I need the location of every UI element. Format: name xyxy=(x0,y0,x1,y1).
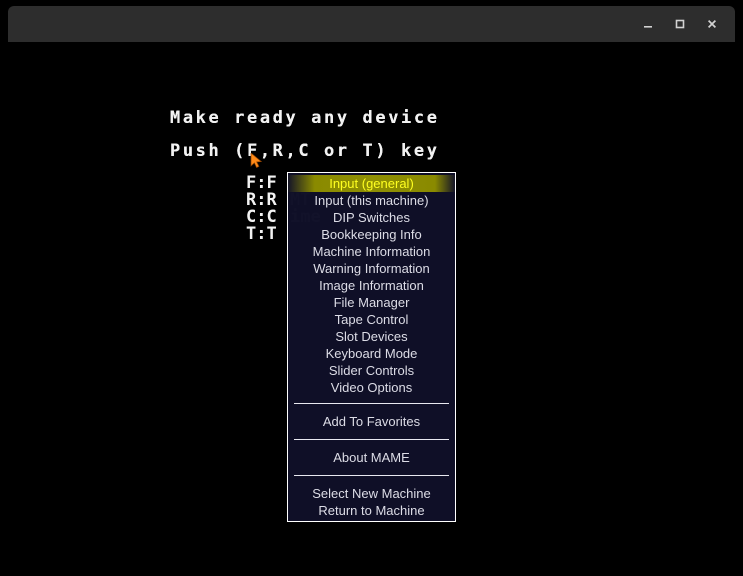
mouse-cursor-icon xyxy=(250,153,263,168)
mame-menu-body: Input (general) Input (this machine) DIP S… xyxy=(288,173,455,521)
menu-group: Input (general) Input (this machine) DIP S… xyxy=(288,173,455,398)
menu-item-image-information[interactable]: Image Information xyxy=(288,277,455,294)
menu-item-return-to-machine[interactable]: Return to Machine xyxy=(288,502,455,519)
menu-item-dip-switches[interactable]: DIP Switches xyxy=(288,209,455,226)
menu-item-tape-control[interactable]: Tape Control xyxy=(288,311,455,328)
menu-group: About MAME xyxy=(288,445,455,470)
machine-message-line-1: Make ready any device xyxy=(170,108,440,128)
menu-item-keyboard-mode[interactable]: Keyboard Mode xyxy=(288,345,455,362)
window-titlebar xyxy=(8,6,735,42)
menu-item-slot-devices[interactable]: Slot Devices xyxy=(288,328,455,345)
machine-message-line-2: Push (F,R,C or T) key xyxy=(170,141,440,161)
maximize-button[interactable] xyxy=(665,9,695,39)
menu-item-warning-information[interactable]: Warning Information xyxy=(288,260,455,277)
menu-item-video-options[interactable]: Video Options xyxy=(288,379,455,396)
menu-separator xyxy=(294,475,449,476)
menu-item-slider-controls[interactable]: Slider Controls xyxy=(288,362,455,379)
menu-group: Add To Favorites xyxy=(288,409,455,434)
maximize-icon xyxy=(675,19,685,29)
menu-item-machine-information[interactable]: Machine Information xyxy=(288,243,455,260)
menu-item-select-new-machine[interactable]: Select New Machine xyxy=(288,485,455,502)
minimize-button[interactable] xyxy=(633,9,663,39)
menu-item-input-this-machine[interactable]: Input (this machine) xyxy=(288,192,455,209)
minimize-icon xyxy=(644,26,652,28)
menu-item-add-to-favorites[interactable]: Add To Favorites xyxy=(288,413,455,430)
device-key-list: F:F R:R C:C T:T xyxy=(246,173,277,244)
app-root: Make ready any device Push (F,R,C or T) … xyxy=(0,0,743,576)
close-icon xyxy=(707,19,717,29)
menu-item-input-general[interactable]: Input (general) xyxy=(288,175,455,192)
close-button[interactable] xyxy=(697,9,727,39)
menu-item-file-manager[interactable]: File Manager xyxy=(288,294,455,311)
mame-menu[interactable]: Input (general) Input (this machine) DIP S… xyxy=(287,172,456,522)
menu-item-bookkeeping-info[interactable]: Bookkeeping Info xyxy=(288,226,455,243)
menu-group: Select New Machine Return to Machine xyxy=(288,481,455,521)
emulator-screen[interactable]: Make ready any device Push (F,R,C or T) … xyxy=(0,42,743,576)
menu-item-about-mame[interactable]: About MAME xyxy=(288,449,455,466)
menu-separator xyxy=(294,403,449,404)
menu-separator xyxy=(294,439,449,440)
